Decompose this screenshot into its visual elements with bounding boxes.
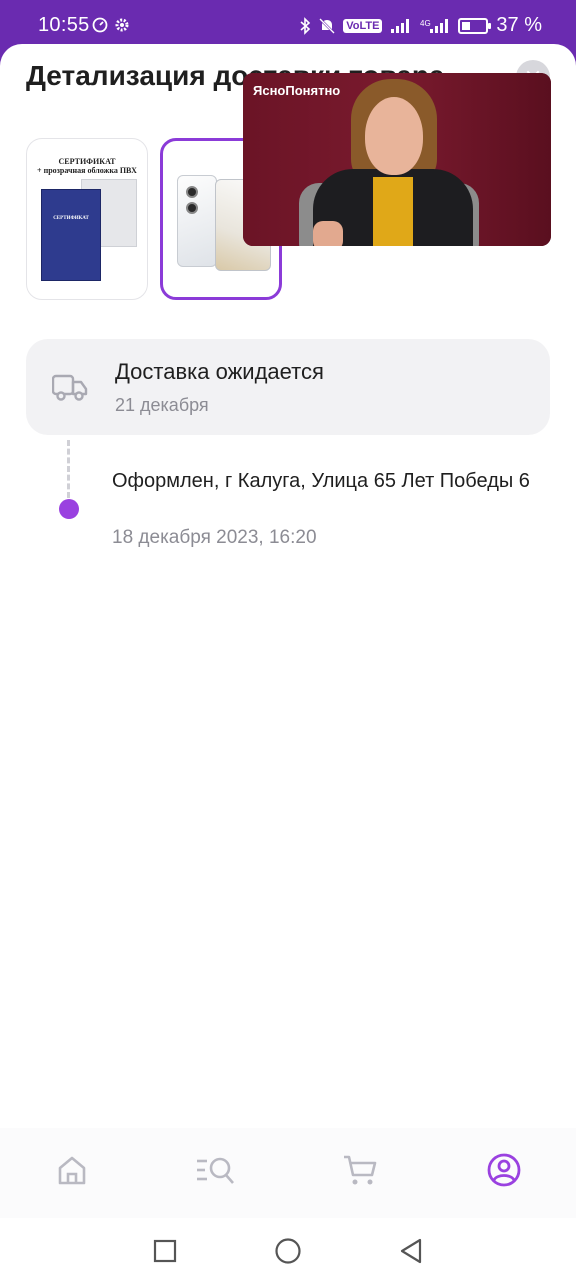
timeline-event-date: 18 декабря 2023, 16:20 — [112, 527, 317, 548]
recents-button[interactable] — [150, 1236, 180, 1266]
timeline-event-text: Оформлен, г Калуга, Улица 65 Лет Победы … — [112, 470, 530, 492]
video-overlay[interactable]: ЯсноПонятно — [243, 73, 551, 246]
bluetooth-icon — [300, 16, 311, 35]
camera-lens-icon — [186, 202, 198, 214]
recents-square-icon — [153, 1239, 177, 1263]
certificate-title-line: СЕРТИФИКАТ — [58, 157, 116, 166]
signal-icon — [391, 18, 410, 33]
svg-text:4G: 4G — [420, 19, 431, 28]
delivery-status-card: Доставка ожидается 21 декабря — [26, 339, 550, 435]
home-button[interactable] — [273, 1236, 303, 1266]
home-circle-icon — [275, 1238, 301, 1264]
signal-4g-icon: 4G — [420, 18, 449, 33]
presenter-face — [365, 97, 423, 175]
cart-icon — [344, 1155, 377, 1185]
system-navigation-bar — [0, 1218, 576, 1280]
profile-icon — [487, 1153, 521, 1187]
battery-icon — [458, 17, 492, 34]
delivery-expected-date: 21 декабря — [115, 395, 209, 415]
phone-back-image — [177, 175, 217, 267]
catalog-search-icon — [197, 1157, 234, 1184]
speed-icon — [92, 17, 108, 33]
delivery-status-title: Доставка ожидается — [115, 359, 324, 384]
settings-gear-icon — [115, 18, 129, 32]
timeline-connector — [67, 440, 70, 498]
mute-bell-icon — [319, 17, 336, 34]
back-button[interactable] — [396, 1236, 426, 1266]
timeline-dot — [59, 499, 79, 519]
home-icon — [58, 1156, 86, 1185]
nav-cart[interactable] — [340, 1150, 380, 1190]
status-time: 10:55 — [38, 14, 90, 36]
nav-catalog[interactable] — [196, 1150, 236, 1190]
truck-icon — [52, 374, 88, 401]
video-channel-logo: ЯсноПонятно — [253, 83, 341, 98]
bottom-sheet: Детализация доставки товара СЕРТИФИКАТ +… — [0, 44, 576, 1280]
camera-lens-icon — [186, 186, 198, 198]
nav-home[interactable] — [52, 1150, 92, 1190]
status-bar: 10:55 VoLTE 4G 37 % — [0, 0, 576, 48]
product-thumbnail-certificate[interactable]: СЕРТИФИКАТ + прозрачная обложка ПВХ СЕРТ… — [26, 138, 148, 300]
back-triangle-icon — [400, 1238, 422, 1264]
battery-percent: 37 % — [496, 14, 542, 36]
volte-badge: VoLTE — [343, 18, 383, 33]
certificate-book-image: СЕРТИФИКАТ — [41, 189, 101, 281]
nav-profile[interactable] — [484, 1150, 524, 1190]
certificate-subtitle-line: + прозрачная обложка ПВХ — [37, 166, 137, 175]
bottom-navigation — [0, 1128, 576, 1218]
